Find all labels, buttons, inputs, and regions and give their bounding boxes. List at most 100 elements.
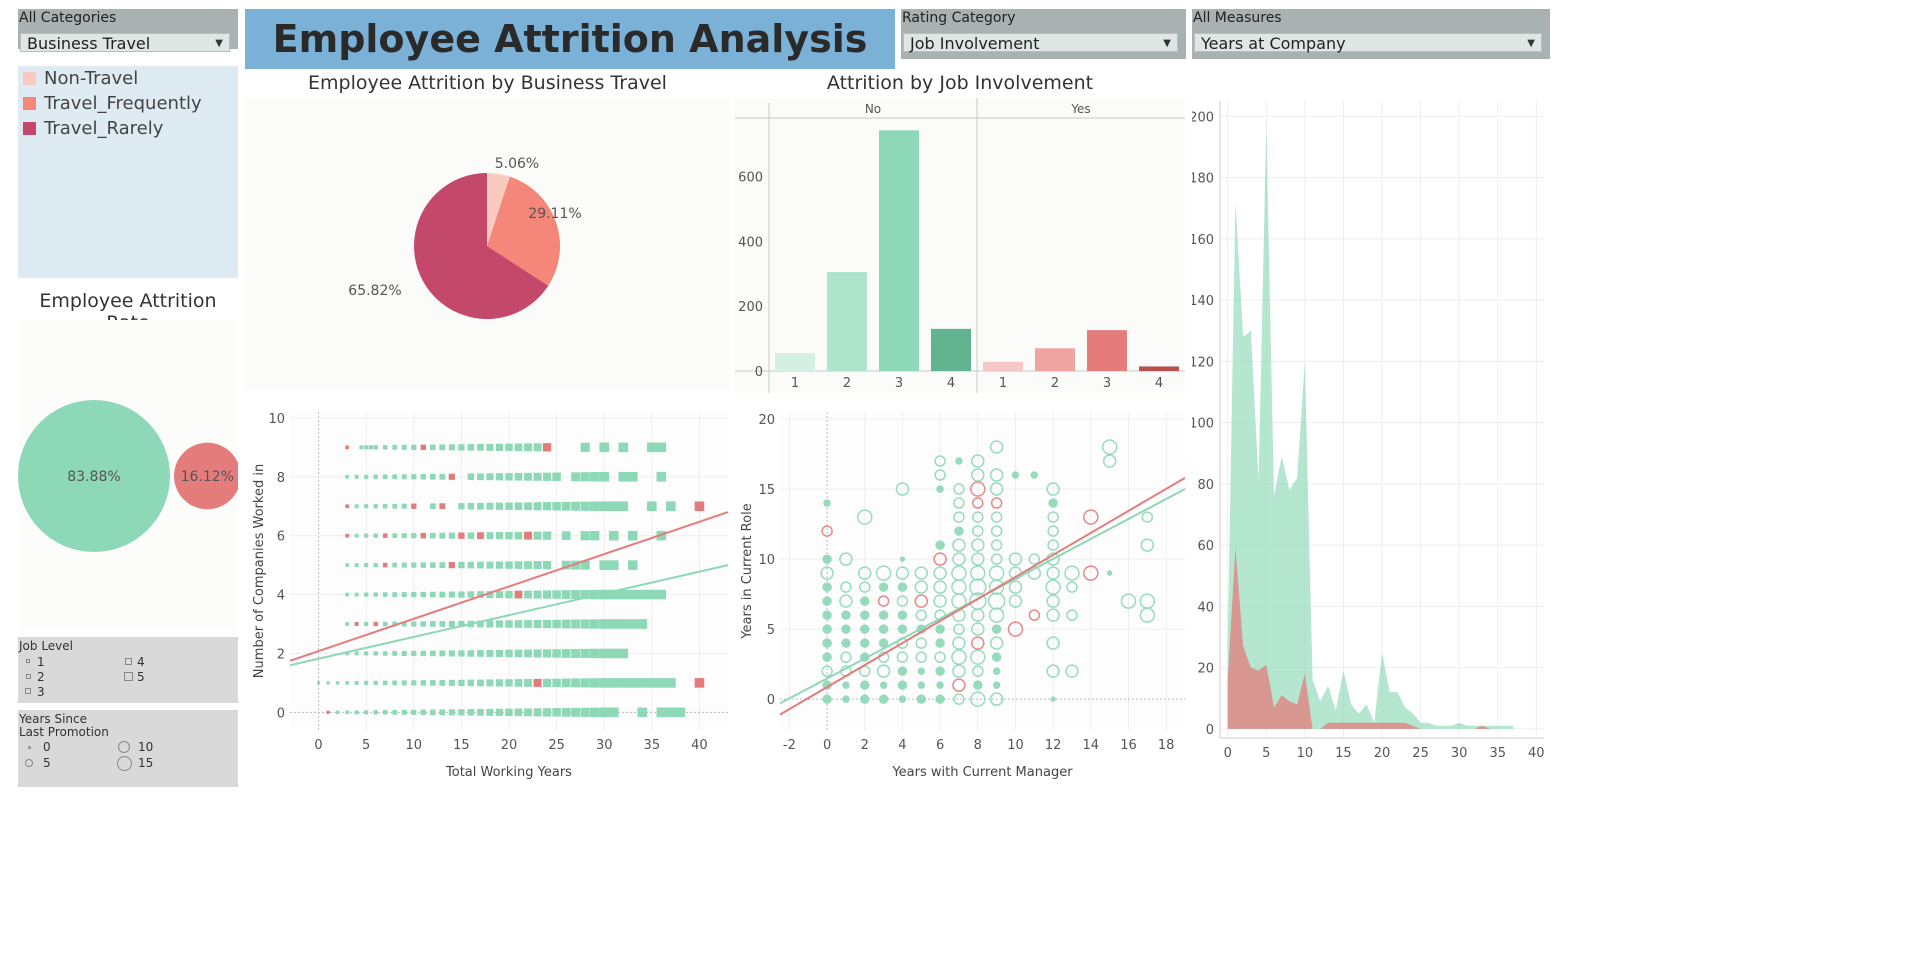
point-no	[467, 532, 475, 539]
legend-item[interactable]: Travel_Rarely	[23, 118, 202, 139]
legend-swatch	[23, 72, 36, 85]
point-no	[590, 707, 600, 718]
category-select[interactable]: Business Travel ▼	[20, 33, 230, 53]
travel-pie-panel: 5.06% 29.11% 65.82%	[245, 98, 730, 390]
point-no	[524, 590, 532, 599]
measures-select[interactable]: Years at Company ▼	[1194, 33, 1542, 53]
point-no	[439, 679, 446, 686]
point-no	[411, 621, 417, 627]
point-no	[561, 649, 571, 658]
point-no	[580, 648, 590, 659]
point-no	[571, 472, 581, 482]
point-no	[599, 619, 610, 629]
point-no	[524, 561, 532, 570]
point-yes	[420, 444, 427, 451]
chevron-down-icon: ▼	[1163, 38, 1171, 49]
point-no	[392, 533, 398, 539]
point-no	[354, 710, 359, 715]
x-tick-label: 30	[596, 738, 613, 753]
point-no	[382, 474, 388, 480]
legend-item[interactable]: Non-Travel	[23, 68, 202, 89]
point-no	[524, 649, 532, 658]
point-no	[420, 680, 427, 686]
point-no	[486, 532, 494, 540]
point-no	[439, 444, 446, 451]
point-no	[364, 504, 369, 509]
y-tick-label: 4	[277, 589, 285, 604]
y-axis-title: Years in Current Role	[740, 503, 755, 639]
point-no	[991, 624, 1002, 634]
point-no	[411, 444, 417, 450]
point-no	[430, 473, 436, 480]
point-no	[936, 485, 944, 493]
area-no	[1227, 125, 1514, 729]
point-no	[1030, 471, 1039, 479]
point-no	[637, 678, 648, 688]
point-no	[571, 648, 581, 658]
point-no	[897, 680, 908, 690]
x-tick-label: 3	[1103, 376, 1111, 391]
point-no	[392, 474, 398, 480]
point-yes	[448, 562, 455, 569]
point-no	[599, 471, 610, 482]
y-tick-label: 200	[738, 300, 763, 315]
legend-item[interactable]: Travel_Frequently	[23, 93, 202, 114]
point-no	[533, 502, 542, 511]
point-no	[401, 533, 407, 539]
point-no	[458, 503, 465, 510]
point-no	[495, 590, 504, 599]
legend-label: Travel_Rarely	[44, 118, 164, 139]
point-no	[495, 679, 504, 687]
point-no	[822, 624, 832, 634]
point-no	[467, 591, 475, 598]
attrition-rate-chart: 83.88% 16.12%	[18, 400, 241, 552]
point-no	[354, 680, 359, 685]
point-no	[637, 619, 648, 629]
job-level-swatch	[25, 673, 31, 679]
promotion-legend-subtitle: Last Promotion	[19, 725, 109, 739]
point-no	[382, 445, 388, 450]
point-no	[439, 532, 446, 539]
point-no	[495, 561, 504, 569]
point-no	[477, 679, 484, 687]
rating-select[interactable]: Job Involvement ▼	[903, 33, 1178, 53]
pie-label: 5.06%	[495, 156, 539, 172]
job-involvement-title: Attrition by Job Involvement	[826, 72, 1094, 94]
point-yes	[354, 622, 359, 626]
pie-label: 29.11%	[528, 206, 581, 222]
x-tick-label: 2	[843, 376, 851, 391]
point-no	[514, 649, 523, 658]
point-no	[505, 590, 513, 599]
point-no	[505, 620, 513, 628]
point-no	[430, 680, 436, 686]
x-tick-label: 1	[999, 376, 1007, 391]
point-no	[822, 638, 832, 648]
x-tick-label: 40	[691, 738, 708, 753]
point-no	[1011, 471, 1020, 479]
point-no	[495, 502, 504, 510]
y-tick-label: 5	[767, 623, 775, 638]
job-involvement-panel: 0 200 400 600 No 1 2 3 4 Yes 1 2 3 4	[735, 98, 1185, 393]
point-no	[392, 444, 398, 450]
point-no	[656, 471, 667, 482]
promotion-swatch	[118, 741, 130, 753]
x-tick-label: 6	[936, 738, 944, 753]
point-no	[897, 610, 908, 620]
point-no	[448, 650, 455, 657]
legend-label: Travel_Frequently	[44, 93, 202, 114]
point-no	[608, 678, 619, 688]
promotion-label: 0	[43, 740, 51, 754]
y-tick-label: 6	[277, 530, 285, 545]
point-no	[533, 472, 542, 481]
point-no	[618, 589, 629, 600]
y-tick-label: 0	[277, 706, 285, 721]
point-no	[495, 473, 504, 481]
point-no	[954, 526, 964, 536]
point-no	[580, 531, 590, 541]
point-no	[533, 708, 542, 717]
role-manager-scatter-chart: -2 0 2 4 6 8 10 12 14 16 18 0 5 10 15 20 Years with Curr…	[740, 412, 1186, 780]
point-no	[382, 651, 388, 656]
point-no	[458, 591, 465, 598]
point-no	[823, 499, 831, 507]
point-no	[477, 708, 484, 716]
